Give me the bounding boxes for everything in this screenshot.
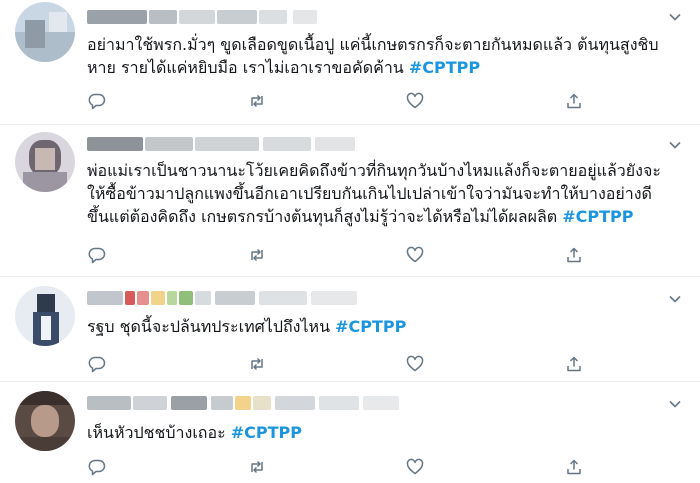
tweet-line: หาย รายได้แค่หยิบมือ เราไม่เอาเราขอคัดค้… xyxy=(87,58,481,77)
share-icon[interactable] xyxy=(564,457,584,477)
reply-icon[interactable] xyxy=(87,457,107,477)
share-icon[interactable] xyxy=(564,91,584,111)
tweet-text: อย่ามาใช้พรก.มั่วๆ ขูดเลือดขูดเนื้อปู แค… xyxy=(87,33,677,79)
retweet-icon[interactable] xyxy=(247,457,267,477)
retweet-icon[interactable] xyxy=(247,91,267,111)
share-icon[interactable] xyxy=(564,245,584,265)
user-header-blurred[interactable] xyxy=(87,8,327,26)
avatar[interactable] xyxy=(15,391,75,451)
hashtag-link[interactable]: #CPTPP xyxy=(409,58,480,77)
tweet-1[interactable]: อย่ามาใช้พรก.มั่วๆ ขูดเลือดขูดเนื้อปู แค… xyxy=(0,0,700,125)
retweet-icon[interactable] xyxy=(247,245,267,265)
reply-icon[interactable] xyxy=(87,91,107,111)
hashtag-link[interactable]: #CPTPP xyxy=(562,207,633,226)
chevron-down-icon[interactable] xyxy=(668,138,682,152)
avatar[interactable] xyxy=(15,286,75,346)
tweet-actions xyxy=(87,91,587,111)
like-icon[interactable] xyxy=(405,457,425,477)
tweet-line: รฐบ ชุดนี้จะปล้นทประเทศไปถึงไหน #CPTPP xyxy=(87,317,407,336)
tweet-line: อย่ามาใช้พรก.มั่วๆ ขูดเลือดขูดเนื้อปู แค… xyxy=(87,35,659,54)
tweet-line: ให้ซื้อข้าวมาปลูกแพงขึ้นอีกเอาเปรียบกันเ… xyxy=(87,184,652,203)
like-icon[interactable] xyxy=(405,91,425,111)
avatar[interactable] xyxy=(15,132,75,192)
chevron-down-icon[interactable] xyxy=(668,397,682,411)
tweet-actions xyxy=(87,457,587,477)
like-icon[interactable] xyxy=(405,354,425,374)
share-icon[interactable] xyxy=(564,354,584,374)
tweet-2[interactable]: พ่อแม่เราเป็นชาวนานะโว้ยเคยคิดถึงข้าวที่… xyxy=(0,124,700,277)
chevron-down-icon[interactable] xyxy=(668,292,682,306)
retweet-icon[interactable] xyxy=(247,354,267,374)
tweet-text: รฐบ ชุดนี้จะปล้นทประเทศไปถึงไหน #CPTPP xyxy=(87,315,677,338)
tweet-line: พ่อแม่เราเป็นชาวนานะโว้ยเคยคิดถึงข้าวที่… xyxy=(87,161,661,180)
tweet-line: เห็นหัวปชชบ้างเถอะ #CPTPP xyxy=(87,423,303,442)
reply-icon[interactable] xyxy=(87,245,107,265)
user-header-blurred[interactable] xyxy=(87,394,407,412)
tweet-actions xyxy=(87,354,587,374)
tweet-text: เห็นหัวปชชบ้างเถอะ #CPTPP xyxy=(87,421,677,444)
tweet-actions xyxy=(87,245,587,265)
like-icon[interactable] xyxy=(405,245,425,265)
user-header-blurred[interactable] xyxy=(87,135,387,153)
tweet-line: ขึ้นแต่ต้องคิดถึง เกษตรกรบ้างต้นทุนก็สูง… xyxy=(87,207,634,226)
chevron-down-icon[interactable] xyxy=(668,10,682,24)
tweet-4[interactable]: เห็นหัวปชชบ้างเถอะ #CPTPP xyxy=(0,381,700,483)
reply-icon[interactable] xyxy=(87,354,107,374)
tweet-3[interactable]: รฐบ ชุดนี้จะปล้นทประเทศไปถึงไหน #CPTPP xyxy=(0,276,700,382)
tweet-text: พ่อแม่เราเป็นชาวนานะโว้ยเคยคิดถึงข้าวที่… xyxy=(87,159,677,228)
avatar[interactable] xyxy=(15,2,75,62)
hashtag-link[interactable]: #CPTPP xyxy=(231,423,302,442)
user-header-blurred[interactable] xyxy=(87,289,367,307)
hashtag-link[interactable]: #CPTPP xyxy=(335,317,406,336)
